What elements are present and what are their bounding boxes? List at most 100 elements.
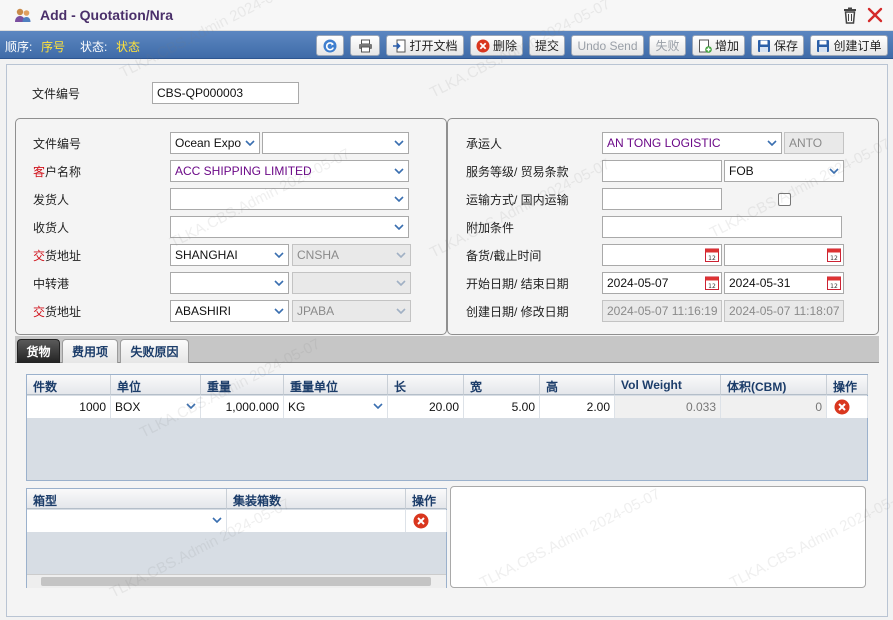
col-unit[interactable]: 单位 [111, 375, 201, 395]
col-weight[interactable]: 重量 [201, 375, 284, 395]
chevron-down-icon[interactable] [241, 134, 258, 152]
users-icon [15, 8, 31, 22]
notes-textarea[interactable] [450, 486, 866, 588]
cutoff-from-field[interactable]: 12 [602, 244, 722, 266]
carrier-label: 承运人 [466, 137, 503, 151]
carrier-select[interactable]: AN TONG LOGISTIC [602, 132, 782, 154]
col-height[interactable]: 高 [540, 375, 615, 395]
doc-no-select[interactable] [262, 132, 409, 154]
pol-value: SHANGHAI [175, 248, 238, 262]
col-vol-weight[interactable]: Vol Weight [615, 375, 721, 395]
consignee-label: 收货人 [33, 221, 70, 235]
end-date-field[interactable]: 2024-05-31 12 [724, 272, 844, 294]
horizontal-scrollbar[interactable] [27, 574, 446, 588]
fail-button[interactable]: 失败 [649, 35, 686, 56]
pol-code-select[interactable]: CNSHA [292, 244, 411, 266]
save-button[interactable]: 保存 [751, 35, 804, 56]
scrollbar-thumb[interactable] [41, 577, 431, 586]
chevron-down-icon[interactable] [392, 274, 409, 292]
undo-send-button[interactable]: Undo Send [571, 35, 644, 56]
tab-failure-reason[interactable]: 失败原因 [120, 339, 189, 363]
chevron-down-icon[interactable] [392, 302, 409, 320]
refresh-icon [323, 39, 337, 52]
svg-text:12: 12 [708, 283, 716, 290]
col-cbm[interactable]: 体积(CBM) [721, 375, 827, 395]
doc-type-select[interactable]: Ocean Expo [170, 132, 260, 154]
shipper-select[interactable] [170, 188, 409, 210]
trash-icon[interactable] [842, 7, 858, 24]
chevron-down-icon[interactable] [390, 190, 407, 208]
col-container-count[interactable]: 集装箱数 [227, 489, 406, 509]
delete-row-icon[interactable] [834, 399, 850, 415]
pod-select[interactable]: ABASHIRI [170, 300, 289, 322]
carrier-value: AN TONG LOGISTIC [607, 136, 721, 150]
add-button[interactable]: 增加 [692, 35, 745, 56]
calendar-icon[interactable]: 12 [705, 275, 719, 290]
incoterm-select[interactable]: FOB [724, 160, 844, 182]
pod-label: 交货地址 [33, 305, 82, 319]
svg-text:12: 12 [830, 255, 838, 262]
container-type-cell[interactable] [27, 510, 227, 532]
chevron-down-icon[interactable] [369, 397, 386, 415]
chevron-down-icon[interactable] [825, 162, 842, 180]
order-value: 序号 [41, 40, 66, 54]
window-title: Add - Quotation/Nra [40, 7, 173, 23]
create-order-button[interactable]: 创建订单 [810, 35, 888, 56]
customer-select[interactable]: ACC SHIPPING LIMITED [170, 160, 409, 182]
pieces-cell[interactable]: 1000 [27, 396, 111, 418]
transport-mode-field[interactable] [602, 188, 722, 210]
chevron-down-icon[interactable] [182, 397, 199, 415]
domestic-transport-checkbox[interactable] [778, 193, 791, 206]
chevron-down-icon[interactable] [270, 274, 287, 292]
service-level-field[interactable] [602, 160, 722, 182]
printer-icon [358, 39, 372, 52]
calendar-icon[interactable]: 12 [705, 247, 719, 262]
extra-conditions-field[interactable] [602, 216, 842, 238]
col-container-type[interactable]: 箱型 [27, 489, 227, 509]
pod-value: ABASHIRI [175, 304, 232, 318]
height-cell[interactable]: 2.00 [540, 396, 615, 418]
carrier-code-field[interactable]: ANTO [784, 132, 844, 154]
col-weight-unit[interactable]: 重量单位 [284, 375, 388, 395]
unit-cell[interactable]: BOX [111, 396, 201, 418]
delete-button[interactable]: 删除 [470, 35, 523, 56]
col-length[interactable]: 长 [388, 375, 464, 395]
chevron-down-icon[interactable] [390, 134, 407, 152]
chevron-down-icon[interactable] [392, 246, 409, 264]
length-cell[interactable]: 20.00 [388, 396, 464, 418]
col-width[interactable]: 宽 [464, 375, 540, 395]
chevron-down-icon[interactable] [763, 134, 780, 152]
chevron-down-icon[interactable] [390, 218, 407, 236]
open-doc-button[interactable]: 打开文档 [386, 35, 464, 56]
start-date-field[interactable]: 2024-05-07 12 [602, 272, 722, 294]
pod-code-value: JPABA [297, 304, 335, 318]
weight-unit-cell[interactable]: KG [284, 396, 388, 418]
chevron-down-icon[interactable] [208, 511, 225, 529]
refresh-button[interactable] [316, 35, 344, 56]
container-count-cell[interactable] [227, 510, 406, 532]
pol-code-value: CNSHA [297, 248, 340, 262]
calendar-icon[interactable]: 12 [827, 275, 841, 290]
tab-charges[interactable]: 费用项 [62, 339, 118, 363]
transit-code-select[interactable] [292, 272, 411, 294]
width-cell[interactable]: 5.00 [464, 396, 540, 418]
doc-number-field[interactable]: CBS-QP000003 [152, 82, 299, 104]
weight-cell[interactable]: 1,000.000 [201, 396, 284, 418]
submit-button[interactable]: 提交 [529, 35, 565, 56]
col-pieces[interactable]: 件数 [27, 375, 111, 395]
pod-code-select[interactable]: JPABA [292, 300, 411, 322]
consignee-select[interactable] [170, 216, 409, 238]
cutoff-to-field[interactable]: 12 [724, 244, 844, 266]
chevron-down-icon[interactable] [390, 162, 407, 180]
pol-select[interactable]: SHANGHAI [170, 244, 289, 266]
chevron-down-icon[interactable] [270, 302, 287, 320]
print-button[interactable] [350, 35, 380, 56]
action-cell [827, 396, 868, 418]
calendar-icon[interactable]: 12 [827, 247, 841, 262]
close-icon[interactable] [866, 6, 884, 24]
chevron-down-icon[interactable] [270, 246, 287, 264]
transit-port-label: 中转港 [33, 277, 70, 291]
delete-row-icon[interactable] [413, 513, 429, 529]
tab-cargo[interactable]: 货物 [17, 339, 60, 363]
transit-port-select[interactable] [170, 272, 289, 294]
